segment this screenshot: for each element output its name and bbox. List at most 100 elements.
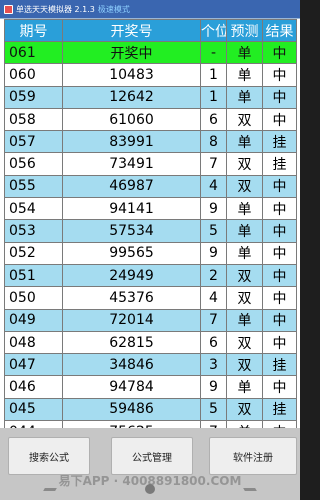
cell-draw-number: 72014: [62, 308, 201, 332]
cell-issue: 045: [4, 397, 63, 422]
cell-prediction: 双: [226, 107, 263, 132]
cell-result: 中: [262, 241, 297, 265]
table-row[interactable]: 052 99565 9 单中: [4, 241, 297, 265]
cell-prediction: 双: [226, 152, 263, 176]
cell-prediction: 双: [226, 397, 263, 422]
table-row[interactable]: 047 34846 3 双挂: [4, 353, 297, 377]
cell-result: 中: [262, 263, 297, 288]
formula-manage-button[interactable]: 公式管理: [111, 437, 193, 475]
cell-draw-number: 94784: [62, 375, 201, 399]
cell-prediction: 单: [226, 130, 263, 154]
cell-issue: 057: [4, 130, 63, 154]
cell-prediction: 单: [226, 85, 263, 109]
cell-result: 中: [262, 375, 297, 399]
table-row[interactable]: 050 45376 4 双中: [4, 286, 297, 310]
cell-units: 9: [200, 241, 227, 265]
cell-draw-number: 94141: [62, 197, 201, 221]
search-formula-button[interactable]: 搜索公式: [8, 437, 90, 475]
cell-issue: 051: [4, 263, 63, 288]
mode-label: 极速模式: [97, 4, 130, 14]
system-nav-bar: [0, 478, 300, 500]
cell-issue: 052: [4, 241, 63, 265]
table-row[interactable]: 056 73491 7 双挂: [4, 152, 297, 176]
cell-result: 挂: [262, 397, 297, 422]
table-row[interactable]: 046 94784 9 单中: [4, 375, 297, 399]
cell-units: 7: [200, 152, 227, 176]
table-header-row: 期号 开奖号 个位 预测 结果: [4, 19, 297, 42]
cell-result: 中: [262, 308, 297, 332]
cell-draw-number: 83991: [62, 130, 201, 154]
cell-units: 5: [200, 397, 227, 422]
cell-issue: 056: [4, 152, 63, 176]
cell-draw-number: 61060: [62, 107, 201, 132]
table-row[interactable]: 053 57534 5 单中: [4, 219, 297, 243]
cell-prediction: 单: [226, 219, 263, 243]
cell-prediction: 单: [226, 308, 263, 332]
cell-prediction: 双: [226, 263, 263, 288]
title-bar: 单选天天模拟器 2.1.3 极速模式: [0, 0, 300, 18]
cell-units: 1: [200, 85, 227, 109]
cell-units: 3: [200, 353, 227, 377]
cell-draw-number: 99565: [62, 241, 201, 265]
cell-issue: 054: [4, 197, 63, 221]
table-row[interactable]: 045 59486 5 双挂: [4, 397, 297, 422]
cell-draw-number: 57534: [62, 219, 201, 243]
cell-units: 1: [200, 63, 227, 87]
cell-result: 中: [262, 286, 297, 310]
cell-issue: 061: [4, 40, 63, 65]
cell-result: 中: [262, 219, 297, 243]
table-row[interactable]: 057 83991 8 单挂: [4, 130, 297, 154]
table-row[interactable]: 048 62815 6 双中: [4, 330, 297, 355]
cell-draw-number: 10483: [62, 63, 201, 87]
table-row[interactable]: 061 开奖中 - 单中: [4, 40, 297, 65]
cell-prediction: 双: [226, 353, 263, 377]
cell-result: 中: [262, 107, 297, 132]
cell-result: 中: [262, 63, 297, 87]
cell-result: 挂: [262, 353, 297, 377]
cell-draw-number: 46987: [62, 174, 201, 199]
home-icon[interactable]: [144, 484, 155, 494]
cell-draw-number: 34846: [62, 353, 201, 377]
app-window: 单选天天模拟器 2.1.3 极速模式 期号 开奖号 个位 预测 结果 061 开奖…: [0, 0, 300, 500]
header-result: 结果: [262, 19, 297, 42]
app-title: 单选天天模拟器 2.1.3: [16, 4, 95, 14]
table-row[interactable]: 051 24949 2 双中: [4, 263, 297, 288]
header-units: 个位: [200, 19, 227, 42]
cell-result: 挂: [262, 130, 297, 154]
cell-prediction: 双: [226, 174, 263, 199]
cell-units: 2: [200, 263, 227, 288]
cell-issue: 047: [4, 353, 63, 377]
cell-units: 4: [200, 286, 227, 310]
software-register-button[interactable]: 软件注册: [209, 437, 297, 475]
cell-result: 中: [262, 85, 297, 109]
cell-units: 9: [200, 375, 227, 399]
header-prediction: 预测: [226, 19, 263, 42]
cell-issue: 048: [4, 330, 63, 355]
cell-issue: 053: [4, 219, 63, 243]
table-row[interactable]: 055 46987 4 双中: [4, 174, 297, 199]
cell-prediction: 双: [226, 286, 263, 310]
cell-issue: 059: [4, 85, 63, 109]
table-row[interactable]: 058 61060 6 双中: [4, 107, 297, 132]
cell-units: 6: [200, 107, 227, 132]
back-icon[interactable]: [43, 487, 58, 491]
table-row[interactable]: 059 12642 1 单中: [4, 85, 297, 109]
table-row[interactable]: 054 94141 9 单中: [4, 197, 297, 221]
cell-draw-number: 开奖中: [62, 40, 201, 65]
cell-issue: 046: [4, 375, 63, 399]
cell-units: 5: [200, 219, 227, 243]
cell-prediction: 双: [226, 330, 263, 355]
cell-result: 中: [262, 197, 297, 221]
cell-draw-number: 73491: [62, 152, 201, 176]
cell-result: 中: [262, 40, 297, 65]
cell-prediction: 单: [226, 375, 263, 399]
table-row[interactable]: 060 10483 1 单中: [4, 63, 297, 87]
menu-icon[interactable]: [242, 487, 257, 491]
cell-draw-number: 45376: [62, 286, 201, 310]
cell-result: 中: [262, 174, 297, 199]
cell-prediction: 单: [226, 40, 263, 65]
cell-issue: 060: [4, 63, 63, 87]
table-row[interactable]: 049 72014 7 单中: [4, 308, 297, 332]
cell-units: -: [200, 40, 227, 65]
cell-issue: 049: [4, 308, 63, 332]
